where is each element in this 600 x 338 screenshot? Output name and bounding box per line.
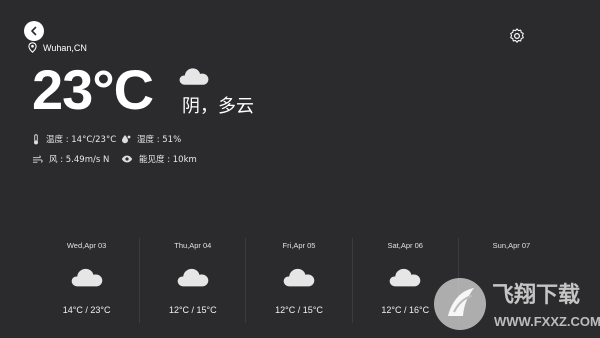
forecast-range: 12°C / 15°C <box>275 305 323 315</box>
cloud-icon <box>179 68 209 85</box>
cloud-icon <box>389 268 421 287</box>
forecast-date: Fri,Apr 05 <box>282 241 316 250</box>
gear-icon[interactable] <box>508 27 526 45</box>
back-button[interactable] <box>24 21 44 41</box>
eye-icon <box>121 155 133 163</box>
wind-value: 风 : 5.49m/s N <box>49 155 110 165</box>
location-pin-icon <box>28 42 37 53</box>
humidity-icon <box>122 135 131 144</box>
forecast-range: 12°C / 15°C <box>168 305 217 315</box>
forecast-day[interactable]: Fri,Apr 05 12°C / 15°C <box>245 238 351 323</box>
forecast-day[interactable]: Wed,Apr 03 14°C / 23°C <box>34 238 139 323</box>
thermometer-icon <box>33 133 39 144</box>
current-temperature: 23°C <box>32 58 154 121</box>
watermark-title: 飞翔下载 <box>492 282 580 308</box>
location: Wuhan,CN <box>28 42 87 53</box>
forecast-range: 14°C / 23°C <box>62 305 111 315</box>
cloud-icon <box>177 268 209 287</box>
detail-temperature: 温度 : 14°C/23°C <box>32 133 116 145</box>
forecast-date: Thu,Apr 04 <box>174 241 212 250</box>
humidity-value: 湿度 : 51% <box>137 135 182 145</box>
location-name: Wuhan,CN <box>43 42 87 53</box>
detail-visibility: 能见度 : 10km <box>121 153 197 165</box>
forecast-date: Wed,Apr 03 <box>66 241 107 250</box>
temperature-range: 温度 : 14°C/23°C <box>46 135 117 145</box>
forecast-date: Sun,Apr 07 <box>492 241 531 250</box>
forecast-day[interactable]: Thu,Apr 04 12°C / 15°C <box>139 238 245 323</box>
cloud-icon <box>71 268 102 287</box>
weather-condition: 阴，多云 <box>182 96 254 117</box>
wind-icon <box>33 154 43 163</box>
detail-humidity: 湿度 : 51% <box>121 133 181 145</box>
watermark-url: WWW.FXXZ.COM <box>494 314 600 329</box>
watermark-logo: 飞翔下载 WWW.FXXZ.COM <box>434 278 600 330</box>
visibility-value: 能见度 : 10km <box>139 155 197 165</box>
forecast-date: Sat,Apr 06 <box>387 241 423 250</box>
back-arrow-icon <box>31 26 37 36</box>
detail-wind: 风 : 5.49m/s N <box>32 153 109 165</box>
cloud-icon <box>283 268 315 287</box>
